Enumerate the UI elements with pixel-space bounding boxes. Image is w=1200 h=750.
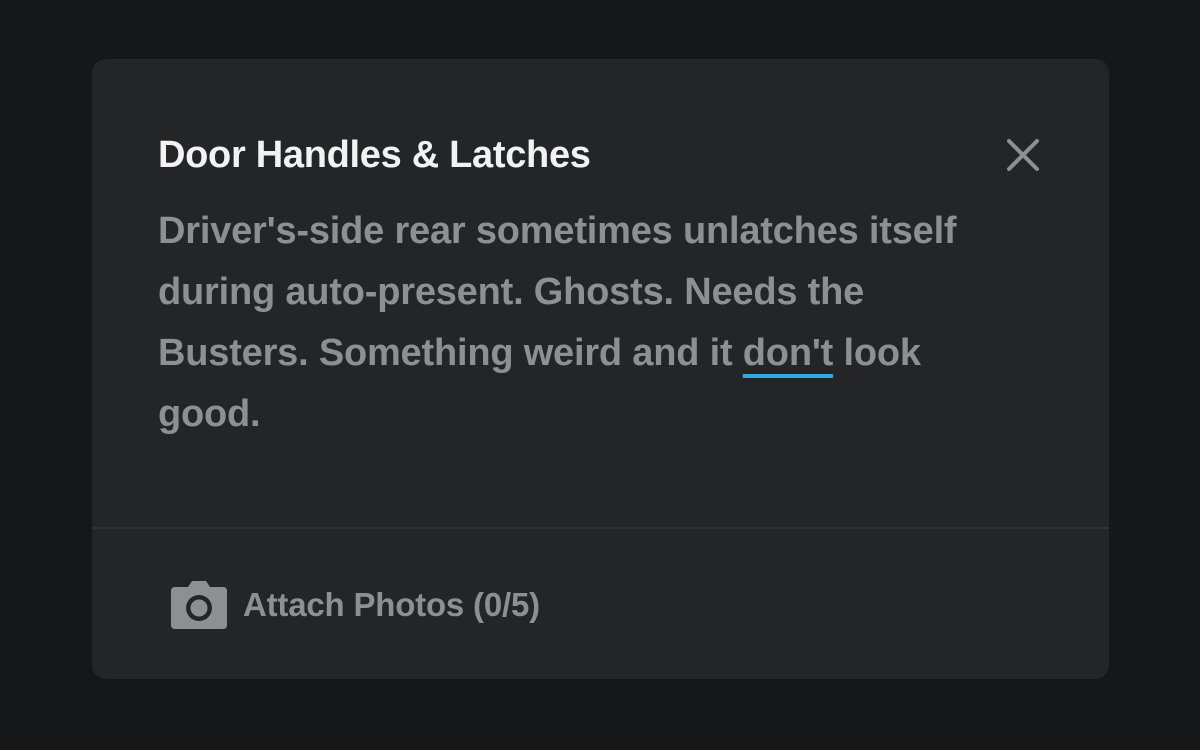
note-title: Door Handles & Latches: [158, 134, 591, 176]
divider: [92, 527, 1109, 529]
camera-icon: [170, 579, 228, 631]
attach-photos-button[interactable]: Attach Photos (0/5): [170, 577, 540, 633]
card-header: Door Handles & Latches: [158, 133, 1043, 177]
attach-photos-label: Attach Photos (0/5): [243, 586, 540, 623]
close-icon: [1007, 139, 1039, 171]
note-card: Door Handles & Latches Driver's-side rea…: [92, 59, 1109, 679]
note-body[interactable]: Driver's-side rear sometimes unlatches i…: [158, 201, 1018, 445]
spellcheck-word[interactable]: don't: [743, 332, 834, 374]
close-button[interactable]: [1003, 135, 1043, 175]
